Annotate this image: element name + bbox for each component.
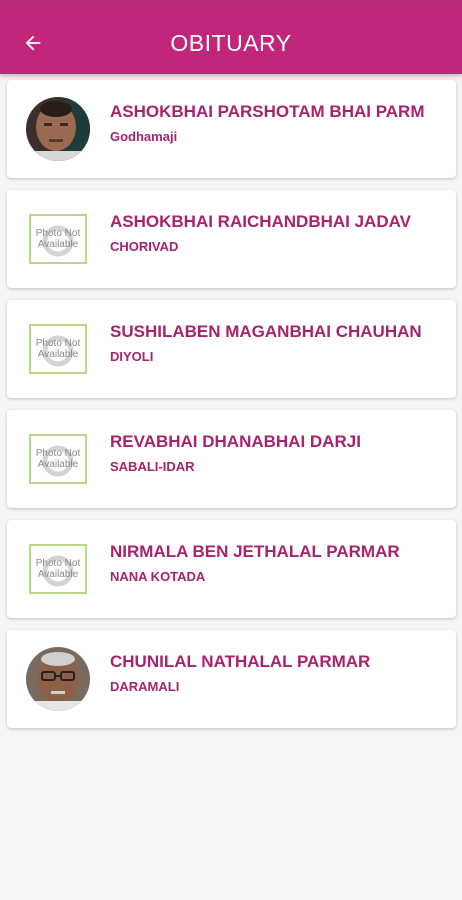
person-place: DIYOLI — [110, 349, 154, 364]
person-photo — [26, 97, 90, 161]
obituary-card[interactable]: Photo Not Available REVABHAI DHANABHAI D… — [7, 410, 456, 508]
person-place: SABALI-IDAR — [110, 459, 195, 474]
placeholder-text: Photo Not Available — [35, 558, 81, 580]
person-photo — [26, 647, 90, 711]
photo-placeholder: Photo Not Available — [26, 317, 90, 381]
person-name: SUSHILABEN MAGANBHAI CHAUHAN — [110, 322, 422, 341]
photo-placeholder: Photo Not Available — [26, 427, 90, 491]
obituary-card[interactable]: Photo Not Available ASHOKBHAI RAICHANDBH… — [7, 190, 456, 288]
status-bar — [0, 0, 462, 12]
placeholder-text: Photo Not Available — [35, 228, 81, 250]
person-place: Godhamaji — [110, 129, 178, 144]
photo-placeholder: Photo Not Available — [26, 207, 90, 271]
person-name: ASHOKBHAI PARSHOTAM BHAI PARM — [110, 102, 425, 121]
person-place: NANA KOTADA — [110, 569, 206, 584]
person-place: DARAMALI — [110, 679, 180, 694]
person-place: CHORIVAD — [110, 239, 179, 254]
obituary-card[interactable]: Photo Not Available SUSHILABEN MAGANBHAI… — [7, 300, 456, 398]
back-button[interactable] — [14, 24, 52, 62]
person-name: ASHOKBHAI RAICHANDBHAI JADAV — [110, 212, 411, 231]
obituary-card[interactable]: CHUNILAL NATHALAL PARMAR DARAMALI — [7, 630, 456, 728]
arrow-left-icon — [25, 35, 41, 51]
placeholder-text: Photo Not Available — [35, 338, 81, 360]
person-name: NIRMALA BEN JETHALAL PARMAR — [110, 542, 400, 561]
obituary-card[interactable]: Photo Not Available NIRMALA BEN JETHALAL… — [7, 520, 456, 618]
photo-placeholder: Photo Not Available — [26, 537, 90, 601]
person-name: CHUNILAL NATHALAL PARMAR — [110, 652, 371, 671]
obituary-card[interactable]: ASHOKBHAI PARSHOTAM BHAI PARM Godhamaji — [7, 80, 456, 178]
page-title: OBITUARY — [170, 29, 292, 56]
app-bar: OBITUARY — [0, 12, 462, 74]
person-name: REVABHAI DHANABHAI DARJI — [110, 432, 361, 451]
placeholder-text: Photo Not Available — [35, 448, 81, 470]
